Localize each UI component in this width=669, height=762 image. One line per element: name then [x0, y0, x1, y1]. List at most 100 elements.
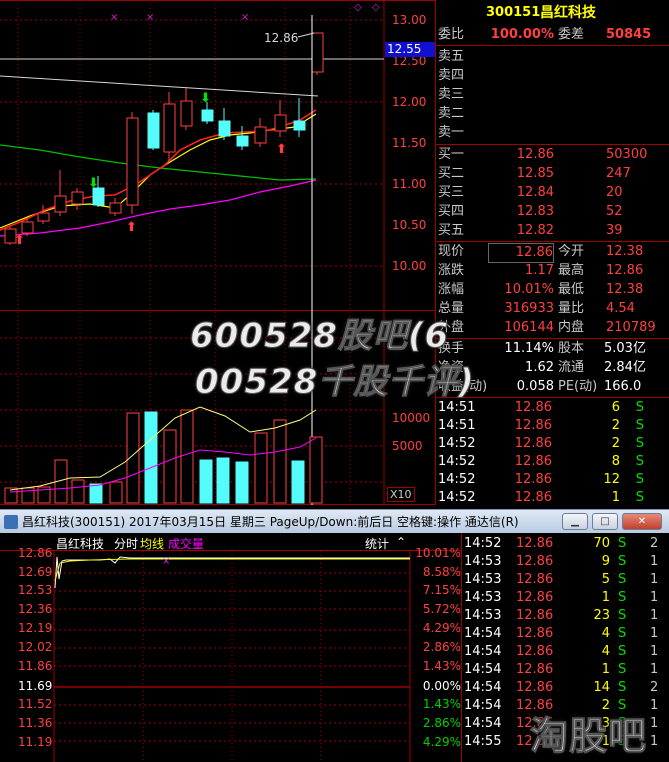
event-marker: ×: [110, 12, 118, 23]
tab-junxian[interactable]: 均线: [140, 535, 164, 552]
trend-line: [0, 75, 319, 97]
volume-bar: [109, 481, 123, 504]
intraday-price-tick: 12.36: [18, 602, 53, 616]
candle-body: [311, 32, 324, 73]
tab-chengjiaoliang[interactable]: 成交量: [168, 535, 204, 552]
price-tick: 11.50: [392, 136, 427, 150]
stats-button[interactable]: 统计: [365, 535, 389, 552]
tick-volume: 2: [611, 436, 620, 451]
sell-row: 卖三: [436, 86, 669, 104]
order-label: 买一: [438, 147, 465, 162]
volume-tick: 5000: [392, 439, 423, 453]
volume-bar: [291, 460, 305, 504]
tick-side: S: [635, 418, 644, 433]
minimize-button[interactable]: ▁: [562, 513, 588, 530]
tick-count: 1: [650, 572, 659, 587]
volume-bar: [89, 483, 103, 504]
sell-signal-icon: ⬇: [88, 176, 99, 191]
stat-label: 最高: [558, 263, 585, 278]
tick-count: 1: [650, 608, 659, 623]
intraday-chart[interactable]: ×: [0, 533, 462, 762]
order-volume: 39: [606, 223, 623, 238]
candlesticks: [4, 32, 324, 245]
high-marker: 12.86: [264, 31, 298, 45]
stat-label: 现价: [438, 244, 465, 259]
candle-body: [21, 221, 34, 234]
tick-side: S: [635, 400, 644, 415]
tick-price: 12.86: [516, 554, 554, 569]
window-title: 昌红科技(300151) 2017年03月15日 星期三 PageUp/Down…: [22, 515, 519, 529]
intraday-price-tick: 11.69: [18, 679, 53, 693]
volume-bar: [199, 459, 213, 504]
event-marker: ×: [146, 12, 154, 23]
close-button[interactable]: ✕: [622, 513, 662, 530]
intraday-stock-name: 昌红科技: [56, 537, 105, 551]
tick-volume: 6: [611, 400, 620, 415]
sell-row: 卖四: [436, 67, 669, 85]
tab-fenshi[interactable]: 分时: [114, 535, 138, 552]
volume-bar: [254, 432, 268, 504]
tick-time: 14:54: [464, 626, 502, 641]
tick-price: 12.86: [516, 590, 554, 605]
candle-body: [54, 195, 67, 213]
tick-count: 1: [650, 626, 659, 641]
stat-value: 12.86: [488, 243, 554, 263]
tick-side: S: [618, 644, 627, 659]
candle-body: [126, 117, 139, 206]
event-marker: ×: [162, 556, 170, 567]
tick-price: 12.86: [514, 472, 552, 487]
tick-side: S: [618, 662, 627, 677]
tick-side: S: [618, 626, 627, 641]
chevron-up-icon[interactable]: ⌃: [396, 535, 406, 549]
quote-panel: 300151 昌红科技 委比 100.00% 委差 50845 卖五 卖四 卖三 卖二…: [436, 0, 669, 505]
order-price: 12.86: [516, 147, 554, 162]
candle-body: [218, 120, 231, 137]
price-tick: 10.00: [392, 259, 427, 273]
intraday-price-tick: 11.86: [18, 659, 53, 673]
intraday-price-tick: 12.02: [18, 640, 53, 654]
ma60-line: [0, 144, 317, 181]
intraday-price-tick: 12.86: [18, 546, 53, 560]
tick-price: 12.86: [516, 572, 554, 587]
tick-row: 14:51 12.86 2 S: [436, 417, 669, 435]
order-price: 12.82: [516, 223, 554, 238]
stat-value: 316933: [504, 301, 554, 316]
intraday-avg-line: [54, 558, 410, 582]
tick-price: 12.86: [516, 644, 554, 659]
window-titlebar[interactable]: 昌红科技(300151) 2017年03月15日 星期三 PageUp/Down…: [0, 509, 669, 533]
diamond-icon[interactable]: ◇: [354, 2, 362, 13]
buy-row: 买三 12.84 20: [436, 184, 669, 202]
order-label: 买五: [438, 223, 465, 238]
candle-body: [163, 103, 176, 153]
maximize-button[interactable]: □: [592, 513, 618, 530]
volume-bar: [235, 461, 249, 504]
kline-chart[interactable]: × × × ⬇ ⬇ ⬆ ⬆ ⬆ 12.86 ◇ ◇: [0, 0, 435, 505]
order-label: 卖二: [438, 106, 465, 121]
tick-row: 14:52 12.86 70 S 2: [462, 535, 669, 553]
price-tick: 11.00: [392, 177, 427, 191]
tick-time: 14:53: [464, 554, 502, 569]
tick-side: S: [635, 454, 644, 469]
tick-time: 14:54: [464, 698, 502, 713]
price-tick: 13.00: [392, 13, 427, 27]
tick-count: 1: [650, 734, 659, 749]
stat-label: 流通: [558, 360, 585, 375]
intraday-percent-tick: 2.86%: [422, 640, 461, 654]
tick-time: 14:53: [464, 590, 502, 605]
stat-label: 量比: [558, 301, 585, 316]
order-label: 卖三: [438, 87, 465, 102]
candle-body: [180, 100, 193, 127]
tick-time: 14:53: [464, 572, 502, 587]
tick-side: S: [618, 572, 627, 587]
watermark-line2: 00528千股千评): [195, 362, 475, 403]
tick-price: 12.86: [516, 680, 554, 695]
tick-volume: 9: [601, 554, 610, 569]
intraday-percent-tick: 8.58%: [422, 565, 461, 579]
tick-count: 1: [650, 662, 659, 677]
diamond-icon[interactable]: ◇: [372, 2, 380, 13]
stat-value: 5.03亿: [604, 341, 646, 356]
tick-side: S: [618, 680, 627, 695]
tick-price: 12.86: [514, 436, 552, 451]
tick-side: S: [635, 436, 644, 451]
order-label: 卖五: [438, 49, 465, 64]
